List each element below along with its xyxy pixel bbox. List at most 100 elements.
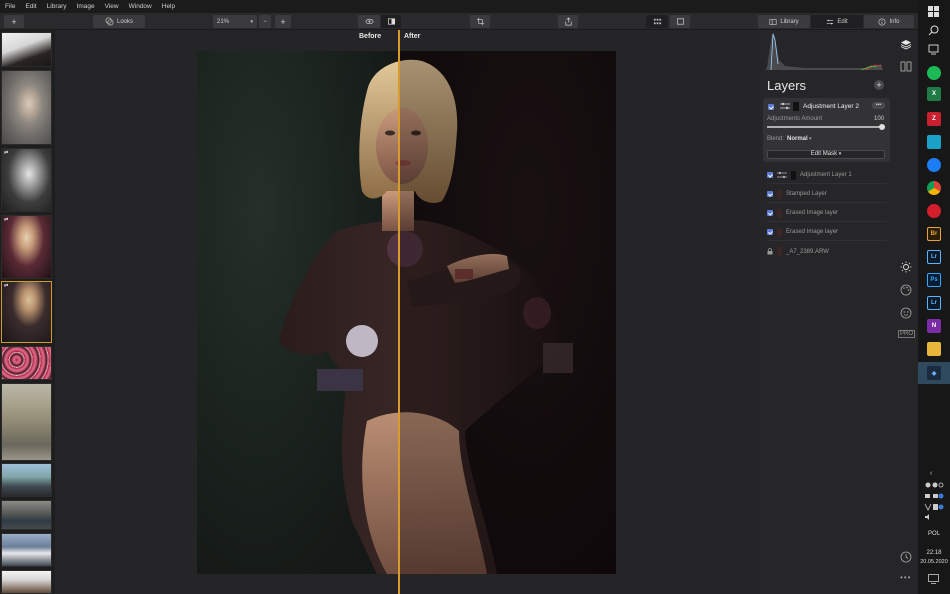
messenger-icon[interactable]: [927, 158, 941, 172]
add-layer-button[interactable]: +: [874, 80, 884, 90]
file-explorer-icon[interactable]: [927, 342, 941, 356]
zoom-in-button[interactable]: +: [275, 15, 291, 28]
spotify-icon[interactable]: [927, 66, 941, 80]
menu-view[interactable]: View: [105, 3, 119, 10]
layer-row[interactable]: Erased Image layer: [767, 205, 887, 222]
before-after-divider-handle[interactable]: [398, 30, 400, 594]
thumbnail[interactable]: [1, 70, 52, 145]
tab-library[interactable]: Library: [758, 15, 810, 28]
blend-label: Blend:: [767, 136, 785, 142]
notification-icon[interactable]: [928, 574, 939, 584]
menu-edit[interactable]: Edit: [25, 3, 36, 10]
layer-visibility-checkbox[interactable]: [767, 172, 773, 178]
lightroom-icon[interactable]: Lr: [927, 250, 941, 264]
thumbnail[interactable]: [1, 570, 52, 594]
layer-row[interactable]: Adjustment Layer 1: [767, 167, 887, 184]
chevron-down-icon: ▾: [838, 151, 842, 157]
app-icon[interactable]: [927, 135, 941, 149]
single-view-button[interactable]: [670, 15, 690, 28]
slider-handle[interactable]: [879, 124, 885, 130]
thumbnail[interactable]: [1, 32, 52, 67]
menu-image[interactable]: Image: [77, 3, 95, 10]
thumbnail-selected[interactable]: ⇄: [1, 281, 52, 343]
thumbnail[interactable]: [1, 346, 52, 380]
opera-icon[interactable]: [927, 204, 941, 218]
layer-visibility-checkbox[interactable]: [767, 210, 773, 216]
chevron-left-icon[interactable]: ‹: [930, 470, 932, 477]
single-image-icon: [676, 18, 684, 25]
history-icon[interactable]: [900, 551, 912, 563]
filezilla-icon[interactable]: Z: [927, 112, 941, 126]
layer-name[interactable]: Adjustment Layer 2: [803, 103, 859, 110]
layer-visibility-checkbox[interactable]: [768, 104, 774, 110]
bridge-icon[interactable]: Br: [927, 227, 941, 241]
language-indicator[interactable]: POL: [918, 531, 950, 537]
clock-time[interactable]: 22:18: [918, 550, 950, 556]
tab-info[interactable]: Info: [864, 15, 914, 28]
photo-preview: [197, 51, 616, 574]
chrome-icon[interactable]: [927, 181, 941, 195]
blend-select[interactable]: Normal: [787, 136, 808, 142]
thumbnail[interactable]: [1, 383, 52, 461]
edit-mask-button[interactable]: Edit Mask ▾: [767, 150, 885, 159]
sun-icon[interactable]: [900, 261, 912, 273]
system-tray-icons[interactable]: [923, 482, 945, 522]
menu-bar: File Edit Library Image View Window Help: [0, 0, 918, 13]
portrait-photo: [197, 51, 616, 574]
add-images-button[interactable]: +: [4, 15, 24, 28]
layer-visibility-checkbox[interactable]: [767, 191, 773, 197]
layer-row[interactable]: Stamped Layer: [767, 186, 887, 203]
grid-view-button[interactable]: [646, 15, 668, 28]
sliders-icon: [827, 19, 834, 24]
layer-thumbnail: [777, 247, 782, 256]
luminar-icon[interactable]: ◆: [927, 366, 941, 380]
thumbnail[interactable]: ⇄: [1, 148, 52, 212]
menu-library[interactable]: Library: [47, 3, 67, 10]
onenote-icon[interactable]: N: [927, 319, 941, 333]
menu-file[interactable]: File: [5, 3, 15, 10]
edited-badge-icon: ⇄: [4, 217, 9, 223]
zoom-select[interactable]: 21% ▾: [213, 15, 257, 28]
windows-start-icon[interactable]: [928, 6, 939, 17]
windows-taskbar: X Z Br Lr Ps Lr N ◆ ‹ POL 22:18 20.05.20…: [918, 0, 950, 594]
lightroom-classic-icon[interactable]: Lr: [927, 296, 941, 310]
layer-mask-thumbnail[interactable]: [793, 102, 799, 111]
histogram: [765, 32, 883, 70]
more-icon[interactable]: •••: [900, 573, 911, 582]
menu-help[interactable]: Help: [162, 3, 175, 10]
task-view-icon[interactable]: [928, 44, 939, 55]
clock-date[interactable]: 20.05.2020: [918, 559, 950, 565]
layer-mask-thumbnail[interactable]: [791, 170, 796, 180]
canvas-icon[interactable]: [900, 61, 912, 72]
pro-tools-button[interactable]: PRO: [898, 330, 916, 338]
layers-title: Layers: [767, 78, 807, 93]
share-button[interactable]: [558, 15, 578, 28]
looks-icon: [105, 17, 114, 26]
layers-icon[interactable]: [900, 39, 912, 50]
menu-window[interactable]: Window: [129, 3, 152, 10]
search-icon[interactable]: [928, 25, 939, 36]
thumbnail[interactable]: [1, 463, 52, 497]
layer-visibility-checkbox[interactable]: [767, 229, 773, 235]
thumbnail[interactable]: [1, 533, 52, 567]
zoom-out-button[interactable]: −: [259, 15, 271, 28]
excel-icon[interactable]: X: [927, 87, 941, 101]
palette-icon[interactable]: [900, 284, 912, 296]
image-canvas[interactable]: Before After: [55, 30, 755, 594]
face-icon[interactable]: [900, 307, 912, 319]
preview-button[interactable]: [358, 15, 380, 28]
layer-row[interactable]: Erased Image layer: [767, 224, 887, 241]
crop-button[interactable]: [470, 15, 490, 28]
thumbnail[interactable]: ⇄: [1, 215, 52, 279]
adjustments-amount-slider[interactable]: [767, 126, 883, 128]
layer-row[interactable]: _A7_2389.ARW: [767, 243, 887, 260]
layer-card-active[interactable]: Adjustment Layer 2 ••• Adjustments Amoun…: [763, 98, 890, 162]
tab-edit[interactable]: Edit: [811, 15, 863, 28]
layer-options-button[interactable]: •••: [872, 102, 885, 109]
thumbnail[interactable]: [1, 500, 52, 530]
adjustments-amount-label: Adjustments Amount: [767, 116, 823, 122]
looks-button[interactable]: Looks: [93, 15, 145, 28]
photoshop-icon[interactable]: Ps: [927, 273, 941, 287]
looks-label: Looks: [116, 18, 133, 25]
compare-button[interactable]: [381, 15, 401, 28]
